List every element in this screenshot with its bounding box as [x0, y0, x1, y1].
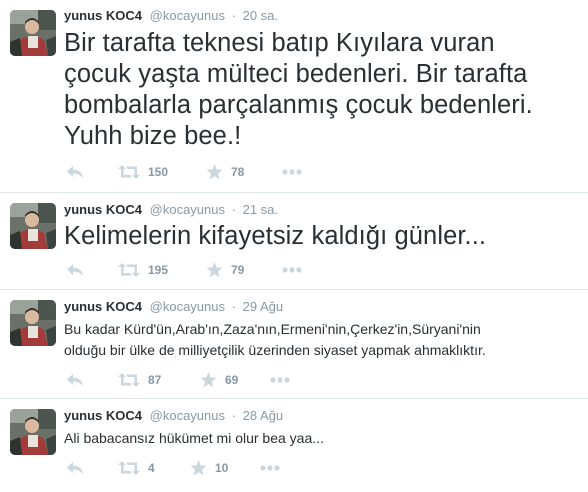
favorite-button[interactable]: 10 [190, 458, 228, 478]
favorite-count: 69 [225, 373, 239, 387]
retweet-button[interactable]: 150 [118, 162, 168, 182]
favorite-button[interactable]: 78 [206, 162, 244, 182]
more-icon [260, 465, 280, 471]
tweet-text-line: Ali babacansız hükümet mi olur bea yaa..… [64, 430, 324, 446]
tweet-text-line: çocuk yaşta mülteci bedenleri. Bir taraf… [64, 60, 528, 88]
tweet-actions: 150 78 [64, 162, 384, 182]
tweet-actions: 195 79 [64, 260, 384, 280]
retweet-count: 150 [148, 165, 169, 179]
author-name[interactable]: yunus KOC4 [64, 202, 142, 217]
more-icon [270, 377, 290, 383]
favorite-button[interactable]: 69 [200, 370, 238, 390]
avatar[interactable] [10, 300, 56, 346]
tweet[interactable]: yunus KOC4 @kocayunus · 21 sa. Kelimeler… [0, 193, 588, 290]
tweet-text-line: bombalarla parçalanmış çocuk bedenleri. [64, 91, 533, 119]
tweet-header: yunus KOC4 @kocayunus · 29 Ağu [64, 298, 283, 316]
tweet-actions: 87 69 [64, 370, 384, 390]
reply-icon [66, 461, 84, 475]
tweet-text: Bu kadar Kürd'ün,Arab'ın,Zaza'nın,Ermeni… [64, 319, 486, 361]
separator-dot: · [231, 8, 236, 23]
avatar[interactable] [10, 409, 56, 455]
star-icon [190, 460, 207, 476]
retweet-count: 4 [148, 461, 155, 475]
tweet-text: Kelimelerin kifayetsiz kaldığı günler... [64, 221, 486, 252]
tweet-timestamp[interactable]: 28 Ağu [243, 408, 284, 423]
tweet-text: Ali babacansız hükümet mi olur bea yaa..… [64, 428, 324, 449]
avatar[interactable] [10, 10, 56, 56]
reply-button[interactable] [66, 458, 84, 478]
retweet-icon [118, 373, 140, 387]
more-button[interactable] [270, 370, 290, 390]
more-button[interactable] [282, 260, 302, 280]
favorite-count: 79 [231, 263, 245, 277]
author-name[interactable]: yunus KOC4 [64, 299, 142, 314]
tweet-text-line: Bir tarafta teknesi batıp Kıyılara vuran [64, 29, 495, 57]
reply-icon [66, 165, 84, 179]
favorite-count: 78 [231, 165, 245, 179]
author-username[interactable]: @kocayunus [150, 408, 225, 423]
more-button[interactable] [260, 458, 280, 478]
retweet-count: 87 [148, 373, 162, 387]
author-username[interactable]: @kocayunus [150, 299, 225, 314]
avatar[interactable] [10, 203, 56, 249]
more-icon [282, 267, 302, 273]
reply-icon [66, 373, 84, 387]
separator-dot: · [231, 299, 236, 314]
retweet-icon [118, 461, 140, 475]
reply-icon [66, 263, 84, 277]
tweet-actions: 4 10 [64, 458, 384, 478]
author-name[interactable]: yunus KOC4 [64, 8, 142, 23]
tweet-text-line: Bu kadar Kürd'ün,Arab'ın,Zaza'nın,Ermeni… [64, 321, 481, 337]
star-icon [206, 262, 223, 278]
author-username[interactable]: @kocayunus [150, 202, 225, 217]
tweet[interactable]: yunus KOC4 @kocayunus · 28 Ağu Ali babac… [0, 399, 588, 492]
tweet-text-line: olduğu bir ülke de milliyetçilik üzerind… [64, 342, 486, 358]
tweet-timestamp[interactable]: 20 sa. [243, 8, 278, 23]
retweet-button[interactable]: 195 [118, 260, 168, 280]
star-icon [206, 164, 223, 180]
more-button[interactable] [282, 162, 302, 182]
retweet-icon [118, 165, 140, 179]
author-username[interactable]: @kocayunus [150, 8, 225, 23]
author-name[interactable]: yunus KOC4 [64, 408, 142, 423]
tweet-text-line: Yuhh bize bee.! [64, 122, 242, 150]
reply-button[interactable] [66, 370, 84, 390]
favorite-count: 10 [215, 461, 229, 475]
tweet-timestamp[interactable]: 29 Ağu [243, 299, 284, 314]
favorite-button[interactable]: 79 [206, 260, 244, 280]
tweet[interactable]: yunus KOC4 @kocayunus · 20 sa. Bir taraf… [0, 0, 588, 193]
separator-dot: · [231, 408, 236, 423]
tweet-text-line: Kelimelerin kifayetsiz kaldığı günler... [64, 222, 487, 250]
retweet-icon [118, 263, 140, 277]
tweet-header: yunus KOC4 @kocayunus · 20 sa. [64, 7, 278, 25]
retweet-button[interactable]: 4 [118, 458, 155, 478]
separator-dot: · [231, 202, 236, 217]
reply-button[interactable] [66, 260, 84, 280]
more-icon [282, 169, 302, 175]
tweet[interactable]: yunus KOC4 @kocayunus · 29 Ağu Bu kadar … [0, 290, 588, 399]
retweet-count: 195 [148, 263, 169, 277]
star-icon [200, 372, 217, 388]
tweet-header: yunus KOC4 @kocayunus · 28 Ağu [64, 407, 283, 425]
retweet-button[interactable]: 87 [118, 370, 161, 390]
tweet-text: Bir tarafta teknesi batıp Kıyılara vuran… [64, 28, 533, 152]
reply-button[interactable] [66, 162, 84, 182]
tweet-timestamp[interactable]: 21 sa. [243, 202, 278, 217]
tweet-header: yunus KOC4 @kocayunus · 21 sa. [64, 201, 278, 219]
